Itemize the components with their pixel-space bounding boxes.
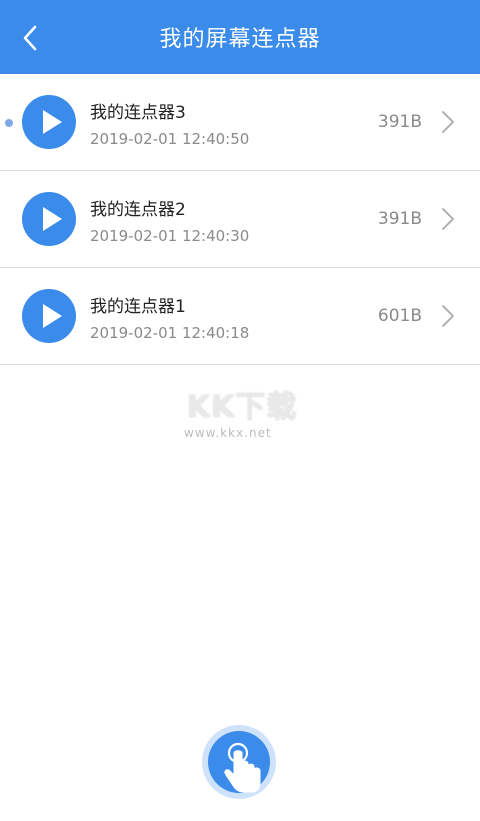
item-name: 我的连点器3 xyxy=(90,103,186,123)
fab-inner xyxy=(208,731,270,793)
start-clicker-button[interactable] xyxy=(202,725,276,799)
chevron-right-icon xyxy=(442,208,454,230)
item-time: 2019-02-01 12:40:50 xyxy=(90,130,250,148)
item-size: 391B xyxy=(377,112,422,132)
list-item[interactable]: 我的连点器2 2019-02-01 12:40:30 391B xyxy=(0,171,480,268)
item-size: 601B xyxy=(377,306,422,326)
play-icon[interactable] xyxy=(22,95,76,149)
selected-indicator xyxy=(5,119,13,127)
item-size: 391B xyxy=(377,209,422,229)
item-name: 我的连点器2 xyxy=(90,200,186,220)
play-icon[interactable] xyxy=(22,192,76,246)
chevron-right-icon xyxy=(442,305,454,327)
list-item[interactable]: 我的连点器1 2019-02-01 12:40:18 601B xyxy=(0,268,480,365)
chevron-right-icon xyxy=(442,111,454,133)
finger-touch-icon xyxy=(224,742,261,793)
recording-list: 我的连点器3 2019-02-01 12:40:50 391B 我的连点器2 2… xyxy=(0,74,480,365)
item-time: 2019-02-01 12:40:30 xyxy=(90,227,250,245)
list-item[interactable]: 我的连点器3 2019-02-01 12:40:50 391B xyxy=(0,74,480,171)
page-title: 我的屏幕连点器 xyxy=(159,27,321,52)
watermark-url: www.kkx.net xyxy=(184,426,272,440)
watermark-logo: KK下载 xyxy=(186,390,298,425)
page: 我的屏幕连点器 我的连点器3 2019-02-01 12:40:50 391B … xyxy=(0,0,480,821)
item-time: 2019-02-01 12:40:18 xyxy=(90,324,250,342)
play-icon[interactable] xyxy=(22,289,76,343)
header-bar: 我的屏幕连点器 xyxy=(0,0,480,74)
item-name: 我的连点器1 xyxy=(90,297,186,317)
